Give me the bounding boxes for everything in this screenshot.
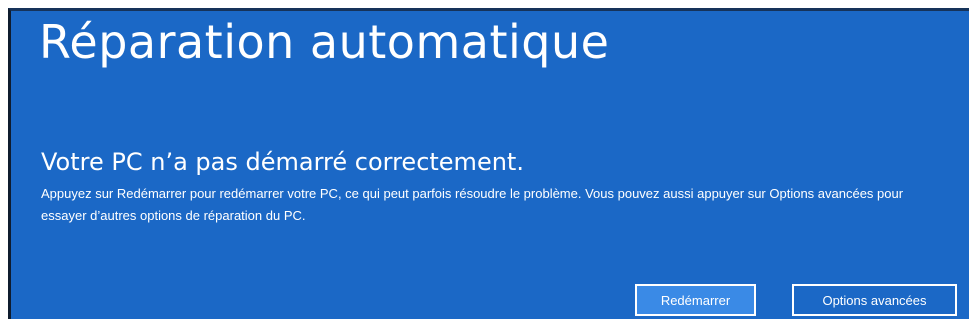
advanced-options-button[interactable]: Options avancées bbox=[792, 284, 957, 316]
page-title: Réparation automatique bbox=[39, 15, 610, 69]
restart-button[interactable]: Redémarrer bbox=[635, 284, 756, 316]
error-heading: Votre PC n’a pas démarré correctement. bbox=[41, 148, 524, 176]
recovery-screen: Réparation automatique Votre PC n’a pas … bbox=[8, 8, 969, 319]
error-message: Appuyez sur Redémarrer pour redémarrer v… bbox=[41, 186, 904, 223]
screenshot-frame: Réparation automatique Votre PC n’a pas … bbox=[0, 0, 971, 325]
